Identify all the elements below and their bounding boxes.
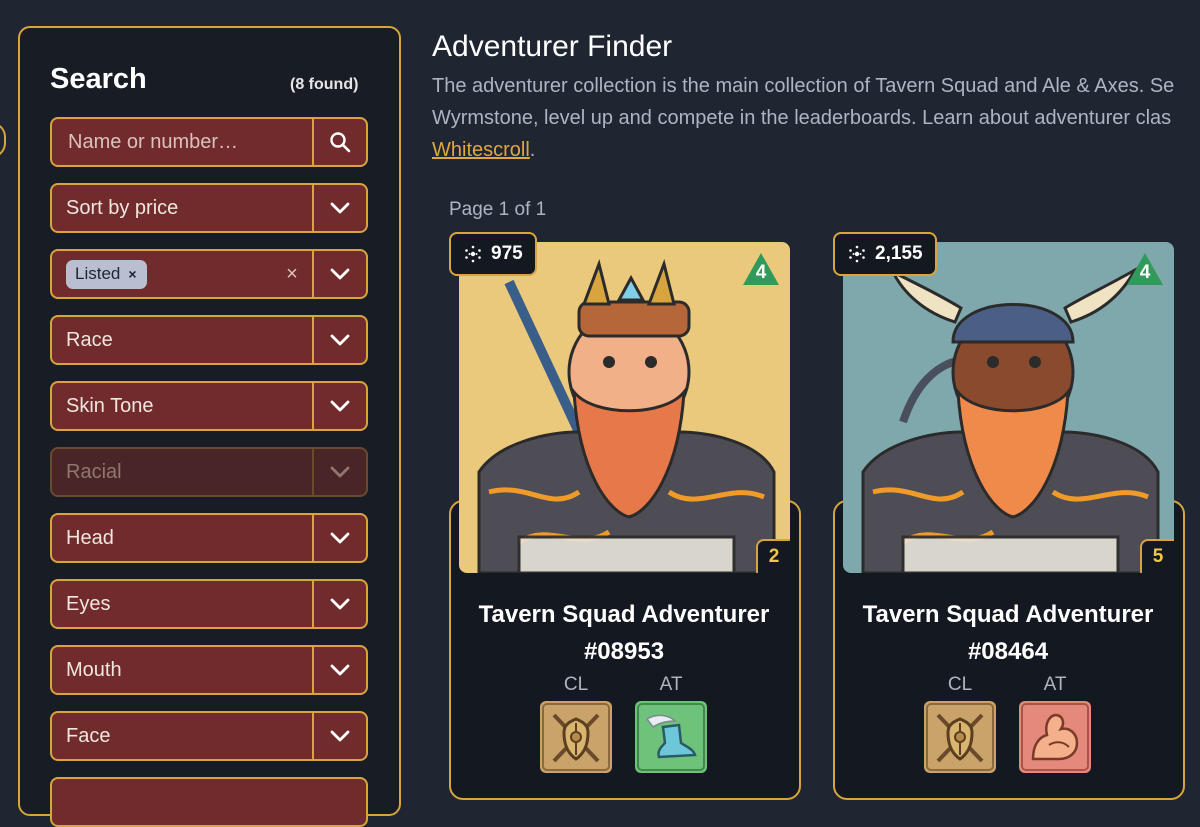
shield-axes-icon[interactable] — [540, 701, 612, 773]
tier-triangle-icon: 4 — [1126, 252, 1164, 286]
winged-boot-icon[interactable] — [635, 701, 707, 773]
chip-label: Listed — [75, 263, 121, 283]
chevron-down-icon — [330, 532, 350, 544]
filter-dropdown-button — [312, 449, 366, 495]
sort-dropdown-button[interactable] — [312, 185, 366, 231]
filter-mouth-select[interactable]: Mouth — [50, 645, 368, 695]
search-field[interactable]: Name or number… — [50, 117, 368, 167]
price-value: 2,155 — [875, 243, 923, 264]
card-title[interactable]: Tavern Squad Adventurer — [448, 596, 800, 633]
level-badge: 5 — [1140, 539, 1174, 573]
filter-label: Head — [66, 526, 114, 549]
filter-label: Eyes — [66, 592, 111, 615]
filter-dropdown-button[interactable] — [312, 515, 366, 561]
chevron-down-icon — [330, 400, 350, 412]
trait-label-at: AT — [1043, 674, 1067, 695]
description-line-1: The adventurer collection is the main co… — [432, 75, 1175, 97]
chevron-down-icon — [330, 466, 350, 478]
search-icon — [330, 132, 351, 153]
filter-dropdown-button[interactable] — [312, 713, 366, 759]
filter-label: Skin Tone — [66, 394, 154, 417]
chevron-down-icon — [330, 268, 350, 280]
chip-remove-icon[interactable]: × — [128, 266, 136, 282]
description-line-2: Wyrmstone, level up and compete in the l… — [432, 107, 1172, 129]
filter-face-select[interactable]: Face — [50, 711, 368, 761]
description-end: . — [529, 139, 536, 161]
filter-head-select[interactable]: Head — [50, 513, 368, 563]
found-count: (8 found) — [290, 76, 359, 93]
page-indicator: Page 1 of 1 — [449, 199, 547, 220]
nav-edge-button[interactable] — [0, 122, 6, 158]
price-value: 975 — [491, 243, 523, 264]
adventurer-portrait[interactable] — [843, 242, 1174, 573]
trait-label-at: AT — [659, 674, 683, 695]
card-number[interactable]: #08953 — [448, 633, 800, 670]
trait-label-cl: CL — [947, 674, 973, 695]
adventurer-portrait[interactable] — [459, 242, 790, 573]
sort-label: Sort by price — [66, 196, 179, 219]
status-dropdown-button[interactable] — [312, 251, 366, 297]
page-description: The adventurer collection is the main co… — [432, 70, 1200, 166]
clear-filter-icon[interactable]: × — [272, 263, 312, 286]
filter-eyes-select[interactable]: Eyes — [50, 579, 368, 629]
shield-axes-icon[interactable] — [924, 701, 996, 773]
filter-dropdown-button[interactable] — [312, 317, 366, 363]
price-badge: 2,155 — [833, 232, 937, 276]
search-title: Search — [50, 63, 147, 95]
filter-next-select[interactable] — [50, 777, 368, 827]
tier-value: 4 — [755, 262, 767, 283]
card-number[interactable]: #08464 — [832, 633, 1184, 670]
filter-dropdown-button[interactable] — [312, 581, 366, 627]
filter-label: Face — [66, 724, 111, 747]
sort-select[interactable]: Sort by price — [50, 183, 368, 233]
trait-label-cl: CL — [563, 674, 589, 695]
price-badge: 975 — [449, 232, 537, 276]
filter-skin-tone-select[interactable]: Skin Tone — [50, 381, 368, 431]
cardano-icon — [849, 245, 865, 263]
filter-race-select[interactable]: Race — [50, 315, 368, 365]
filter-label: Mouth — [66, 658, 122, 681]
cardano-icon — [465, 245, 481, 263]
filter-label: Racial — [66, 460, 122, 483]
chevron-down-icon — [330, 202, 350, 214]
flexed-arm-icon[interactable] — [1019, 701, 1091, 773]
filter-dropdown-button[interactable] — [312, 383, 366, 429]
page-title: Adventurer Finder — [432, 30, 673, 63]
chevron-down-icon — [330, 598, 350, 610]
level-badge: 2 — [756, 539, 790, 573]
filter-label: Race — [66, 328, 113, 351]
search-input[interactable]: Name or number… — [52, 131, 312, 154]
chevron-down-icon — [330, 334, 350, 346]
chevron-down-icon — [330, 730, 350, 742]
whitescroll-link[interactable]: Whitescroll — [432, 139, 530, 161]
chevron-down-icon — [330, 664, 350, 676]
tier-value: 4 — [1139, 262, 1151, 283]
tier-triangle-icon: 4 — [742, 252, 780, 286]
card-title[interactable]: Tavern Squad Adventurer — [832, 596, 1184, 633]
search-button[interactable] — [312, 119, 366, 165]
filter-racial-select: Racial — [50, 447, 368, 497]
listed-chip: Listed × — [66, 259, 147, 289]
status-filter[interactable]: Listed × × — [50, 249, 368, 299]
filter-dropdown-button[interactable] — [312, 647, 366, 693]
